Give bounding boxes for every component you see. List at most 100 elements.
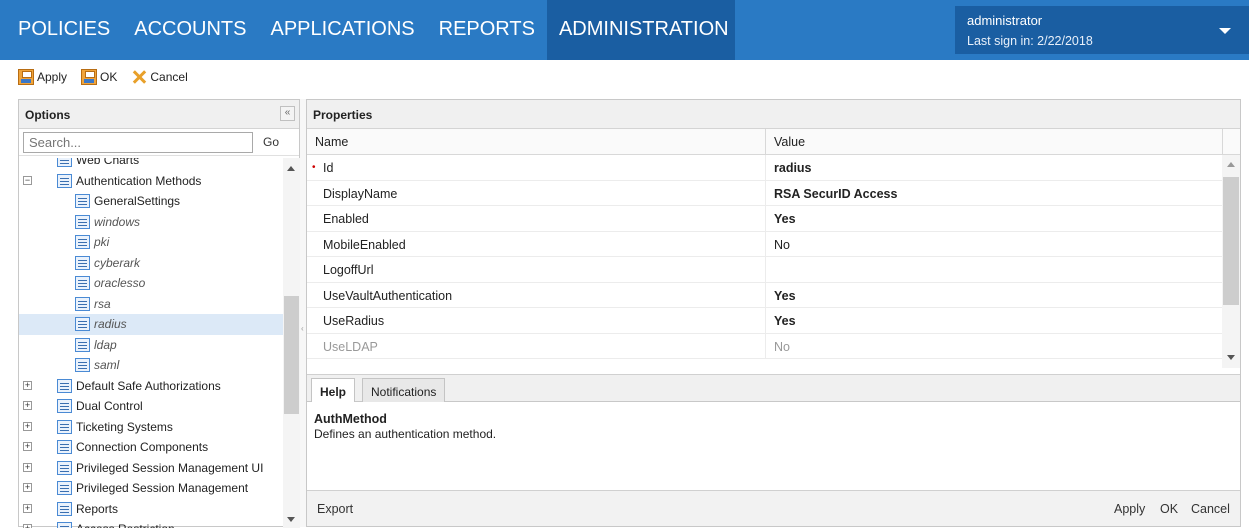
nav-administration[interactable]: ADMINISTRATION (546, 0, 735, 60)
tree-item-label: Reports (76, 501, 119, 516)
tree-item[interactable]: pki (19, 232, 283, 253)
scroll-down-icon[interactable] (1227, 355, 1235, 360)
options-tree: Web Charts − Authentication Methods General… (19, 158, 283, 528)
property-row[interactable]: Enabled Yes (307, 206, 1222, 232)
tree-item[interactable]: oraclesso (19, 273, 283, 294)
tree-item[interactable]: + Privileged Session Management (19, 478, 283, 499)
property-row[interactable]: LogoffUrl (307, 257, 1222, 283)
nav-policies[interactable]: POLICIES (6, 0, 122, 60)
toolbar: Apply OK Cancel (18, 68, 188, 86)
expand-icon[interactable]: + (23, 524, 32, 528)
expand-icon[interactable]: + (23, 380, 32, 390)
collapse-icon[interactable]: − (23, 175, 32, 185)
cancel-button[interactable]: Cancel (131, 69, 187, 85)
settings-node-icon (57, 522, 72, 528)
export-button[interactable]: Export (317, 502, 353, 516)
tree-scrollbar[interactable] (283, 158, 300, 528)
settings-node-icon (75, 317, 90, 331)
property-value[interactable]: RSA SecurID Access (774, 187, 897, 201)
tree-item[interactable]: + Access Restriction (19, 519, 283, 528)
tab-help[interactable]: Help (311, 378, 356, 404)
close-icon (131, 69, 147, 85)
properties-footer: Export Apply OK Cancel (307, 491, 1240, 526)
property-value[interactable]: No (774, 238, 790, 252)
scroll-up-icon[interactable] (1227, 162, 1235, 167)
footer-cancel-button[interactable]: Cancel (1191, 502, 1230, 516)
scroll-up-icon[interactable] (287, 166, 295, 171)
tree-item[interactable]: + Reports (19, 499, 283, 520)
ok-button[interactable]: OK (81, 69, 117, 85)
options-header: Options « (19, 100, 299, 129)
tree-item-label: Privileged Session Management (76, 481, 249, 495)
tab-notifications[interactable]: Notifications (362, 378, 446, 403)
scrollbar-thumb[interactable] (284, 296, 299, 414)
tree-item[interactable]: radius (19, 314, 283, 335)
tree-item-label: ldap (94, 337, 117, 352)
property-row[interactable]: MobileEnabled No (307, 231, 1222, 257)
tree-item[interactable]: rsa (19, 294, 283, 315)
property-row[interactable]: UseRadius Yes (307, 308, 1222, 334)
column-name-header[interactable]: Name (315, 135, 348, 149)
splitter-grip-icon[interactable]: ‹ (301, 324, 304, 333)
footer-ok-button[interactable]: OK (1160, 502, 1178, 516)
column-value-header[interactable]: Value (774, 135, 805, 149)
tree-item[interactable]: GeneralSettings (19, 191, 283, 212)
tree-item[interactable]: + Connection Components (19, 437, 283, 458)
tree-item[interactable]: saml (19, 355, 283, 376)
property-value[interactable]: radius (774, 161, 812, 175)
property-value[interactable]: Yes (774, 289, 796, 303)
property-row[interactable]: UseVaultAuthentication Yes (307, 282, 1222, 308)
settings-node-icon (57, 378, 72, 393)
expand-icon[interactable]: + (23, 503, 32, 513)
property-value[interactable]: No (774, 340, 790, 354)
nav-applications[interactable]: APPLICATIONS (259, 0, 427, 60)
tree-item-label: Connection Components (76, 440, 209, 454)
settings-node-icon (75, 296, 90, 311)
tree-item-label: Ticketing Systems (76, 419, 173, 434)
tree-item[interactable]: + Privileged Session Management UI (19, 458, 283, 479)
expand-icon[interactable]: + (23, 483, 32, 492)
tree-item[interactable]: − Authentication Methods (19, 171, 283, 192)
tree-item[interactable]: + Default Safe Authorizations (19, 376, 283, 397)
user-menu[interactable]: administrator Last sign in: 2/22/2018 (955, 6, 1249, 54)
property-row[interactable]: DisplayName RSA SecurID Access (307, 180, 1222, 206)
footer-apply-button[interactable]: Apply (1114, 502, 1145, 516)
settings-node-icon (75, 235, 90, 249)
top-navigation-bar: POLICIES ACCOUNTS APPLICATIONS REPORTS A… (0, 0, 1249, 60)
property-value[interactable]: Yes (774, 212, 796, 226)
tree-item[interactable]: + Dual Control (19, 396, 283, 417)
properties-scrollbar[interactable] (1222, 155, 1240, 368)
tree-item-label: GeneralSettings (94, 194, 181, 208)
last-sign-in: Last sign in: 2/22/2018 (967, 34, 1093, 48)
settings-node-icon (75, 194, 90, 208)
go-button[interactable]: Go (263, 135, 279, 149)
search-input[interactable] (23, 132, 253, 153)
tree-item[interactable]: cyberark (19, 253, 283, 274)
expand-icon[interactable]: + (23, 462, 32, 472)
property-row[interactable]: UseLDAP No (307, 333, 1222, 359)
expand-icon[interactable]: + (23, 401, 32, 410)
tree-item[interactable]: ldap (19, 335, 283, 356)
scrollbar-thumb[interactable] (1223, 177, 1239, 305)
tree-item[interactable]: windows (19, 212, 283, 233)
tree-item-label: Authentication Methods (76, 173, 202, 188)
required-indicator: • (312, 162, 316, 173)
nav-accounts[interactable]: ACCOUNTS (122, 0, 258, 60)
tree-item[interactable]: + Ticketing Systems (19, 417, 283, 438)
column-divider (1222, 129, 1223, 155)
tree-item[interactable]: Web Charts (19, 158, 283, 171)
cancel-label: Cancel (150, 70, 188, 84)
expand-icon[interactable]: + (23, 442, 32, 451)
column-divider[interactable] (765, 129, 766, 155)
scroll-down-icon[interactable] (287, 517, 295, 522)
property-value[interactable]: Yes (774, 314, 796, 328)
apply-button[interactable]: Apply (18, 69, 67, 85)
settings-node-icon (75, 358, 90, 372)
settings-node-icon (75, 276, 90, 290)
nav-reports[interactable]: REPORTS (427, 0, 547, 60)
chevron-down-icon[interactable] (1219, 28, 1231, 34)
property-name: Enabled (323, 212, 369, 226)
property-row[interactable]: • Id radius (307, 155, 1222, 181)
expand-icon[interactable]: + (23, 421, 32, 431)
collapse-panel-button[interactable]: « (280, 106, 295, 121)
